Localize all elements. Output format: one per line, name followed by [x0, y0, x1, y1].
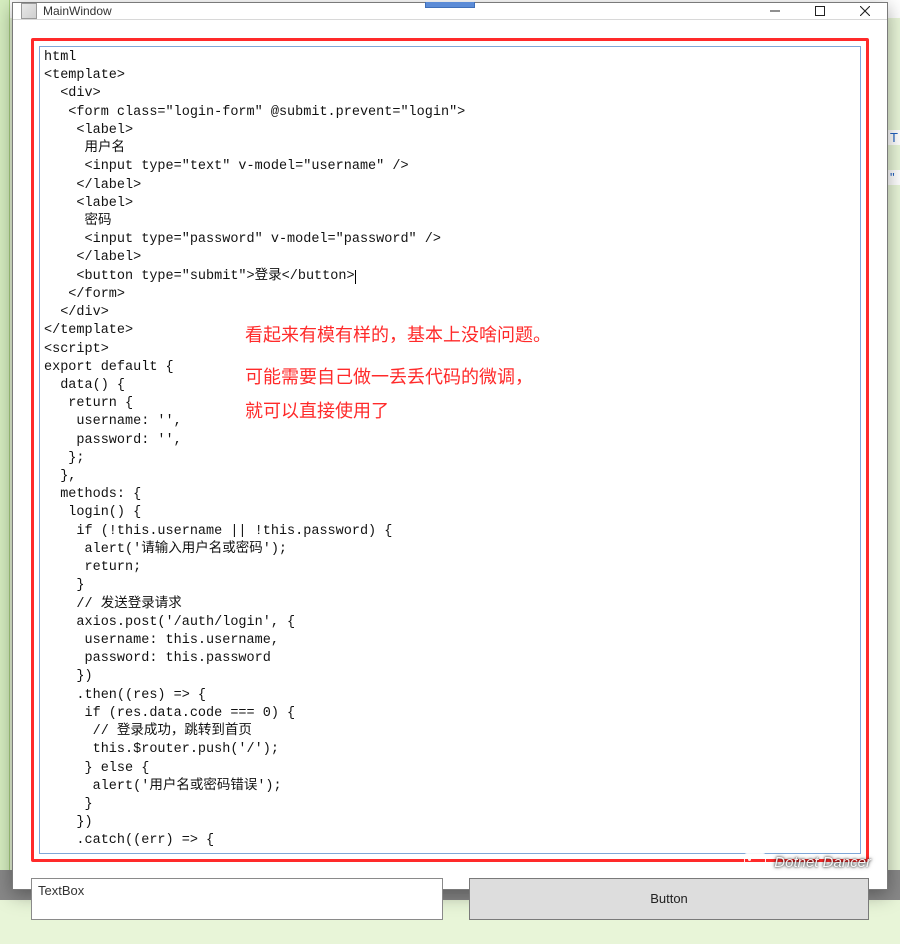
code-line: password: '', — [44, 432, 856, 450]
code-line: export default { — [44, 359, 856, 377]
close-button[interactable] — [842, 3, 887, 19]
code-line: <template> — [44, 67, 856, 85]
highlight-frame: html<template> <div> <form class="login-… — [31, 38, 869, 862]
code-line: <div> — [44, 85, 856, 103]
code-line: }) — [44, 814, 856, 832]
code-line: if (res.data.code === 0) { — [44, 705, 856, 723]
code-line: .then((res) => { — [44, 687, 856, 705]
code-line: } — [44, 577, 856, 595]
background-fragment: T — [888, 130, 900, 145]
code-line: 用户名 — [44, 140, 856, 158]
bottom-button[interactable]: Button — [469, 878, 869, 920]
code-line: password: this.password — [44, 650, 856, 668]
code-line: this.$router.push('/'); — [44, 741, 856, 759]
code-line: 密码 — [44, 213, 856, 231]
code-line: login() { — [44, 504, 856, 522]
code-line: <label> — [44, 122, 856, 140]
code-line: if (!this.username || !this.password) { — [44, 523, 856, 541]
app-icon — [21, 3, 37, 19]
text-caret — [355, 270, 356, 284]
code-line: html — [44, 49, 856, 67]
code-line: </template> — [44, 322, 856, 340]
code-line: } else { — [44, 760, 856, 778]
maximize-button[interactable] — [797, 3, 842, 19]
minimize-button[interactable] — [752, 3, 797, 19]
code-line: </div> — [44, 304, 856, 322]
code-line: <input type="password" v-model="password… — [44, 231, 856, 249]
code-line: .catch((err) => { — [44, 832, 856, 850]
code-line: data() { — [44, 377, 856, 395]
titlebar[interactable]: MainWindow — [13, 3, 887, 20]
bottom-textbox[interactable]: TextBox — [31, 878, 443, 920]
client-area: html<template> <div> <form class="login-… — [13, 20, 887, 944]
code-line: return { — [44, 395, 856, 413]
code-line: axios.post('/auth/login', { — [44, 614, 856, 632]
code-line: </form> — [44, 286, 856, 304]
code-line: // 发送登录请求 — [44, 596, 856, 614]
code-line: <script> — [44, 341, 856, 359]
main-window: MainWindow html<template> <div> <form cl… — [12, 2, 888, 890]
code-line: <input type="text" v-model="username" /> — [44, 158, 856, 176]
background-fragment: " — [888, 170, 900, 185]
code-textbox[interactable]: html<template> <div> <form class="login-… — [39, 46, 861, 854]
code-line: username: '', — [44, 413, 856, 431]
code-line: }, — [44, 468, 856, 486]
window-top-grip — [425, 2, 475, 8]
code-line: methods: { — [44, 486, 856, 504]
code-line: alert('请输入用户名或密码'); — [44, 541, 856, 559]
code-line: }) — [44, 668, 856, 686]
code-line: username: this.username, — [44, 632, 856, 650]
code-line: }; — [44, 450, 856, 468]
window-title: MainWindow — [43, 4, 112, 18]
code-line: <label> — [44, 195, 856, 213]
code-line: alert('用户名或密码错误'); — [44, 778, 856, 796]
code-line: <form class="login-form" @submit.prevent… — [44, 104, 856, 122]
code-line: </label> — [44, 249, 856, 267]
code-line: </label> — [44, 177, 856, 195]
code-line: // 登录成功，跳转到首页 — [44, 723, 856, 741]
code-line: return; — [44, 559, 856, 577]
code-line: <button type="submit">登录</button> — [44, 268, 856, 286]
code-line: } — [44, 796, 856, 814]
